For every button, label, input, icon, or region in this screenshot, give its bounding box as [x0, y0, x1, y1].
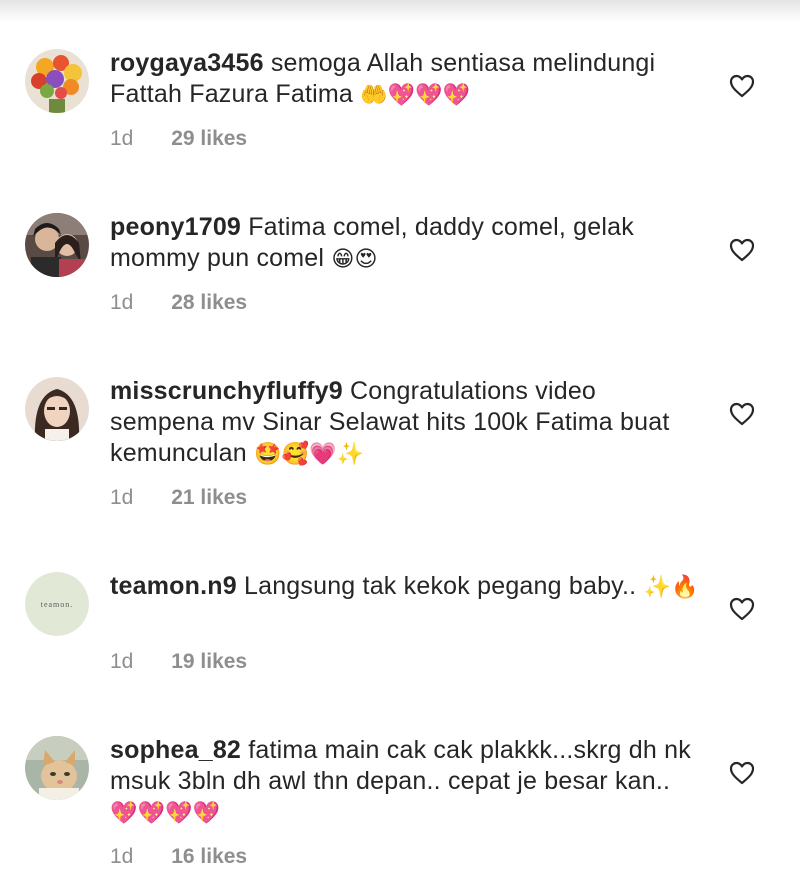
like-heart-icon[interactable]: [729, 74, 755, 98]
like-heart-icon[interactable]: [729, 402, 755, 426]
comment-likes[interactable]: 19 likes: [171, 650, 247, 673]
comment-emojis: 🤩🥰💗✨: [253, 442, 365, 467]
flower-bouquet-avatar[interactable]: [25, 49, 89, 113]
comment-body: sophea_82 fatima main cak cak plakkk...s…: [110, 735, 700, 829]
comment-meta: 1d 21 likes: [110, 486, 247, 510]
comment-time: 1d: [110, 486, 134, 509]
comment-likes[interactable]: 21 likes: [171, 486, 247, 509]
comment-emojis: 😁😍: [331, 247, 378, 272]
comment-emojis: 💖💖💖💖: [110, 801, 221, 826]
comment-meta: 1d 19 likes: [110, 650, 247, 674]
comment-username[interactable]: misscrunchyfluffy9: [110, 377, 343, 405]
comment-time: 1d: [110, 127, 134, 150]
couple-photo-avatar[interactable]: [25, 213, 89, 277]
comment-body: roygaya3456 semoga Allah sentiasa melind…: [110, 48, 700, 111]
comment-body: misscrunchyfluffy9 Congratulations video…: [110, 376, 700, 470]
woman-portrait-avatar[interactable]: [25, 377, 89, 441]
comment-meta: 1d 28 likes: [110, 291, 247, 315]
comment-body: teamon.n9 Langsung tak kekok pegang baby…: [110, 571, 700, 603]
comment-meta: 1d 16 likes: [110, 845, 247, 869]
like-heart-icon[interactable]: [729, 761, 755, 785]
comment-likes[interactable]: 29 likes: [171, 127, 247, 150]
comment-text: Langsung tak kekok pegang baby..: [243, 572, 637, 600]
comment-time: 1d: [110, 650, 134, 673]
comment-username[interactable]: sophea_82: [110, 736, 241, 764]
comment-emojis: ✨🔥: [643, 575, 699, 600]
teamon-logo-avatar[interactable]: teamon.: [25, 572, 89, 636]
comment-username[interactable]: roygaya3456: [110, 49, 264, 77]
like-heart-icon[interactable]: [729, 597, 755, 621]
comment-meta: 1d 29 likes: [110, 127, 247, 151]
comment-body: peony1709 Fatima comel, daddy comel, gel…: [110, 212, 700, 275]
teamon-logo-text: teamon.: [41, 600, 74, 609]
comment-username[interactable]: peony1709: [110, 213, 241, 241]
comment-time: 1d: [110, 845, 134, 868]
like-heart-icon[interactable]: [729, 238, 755, 262]
comment-username[interactable]: teamon.n9: [110, 572, 237, 600]
comment-likes[interactable]: 28 likes: [171, 291, 247, 314]
top-shadow: [0, 0, 800, 22]
comment-time: 1d: [110, 291, 134, 314]
comment-likes[interactable]: 16 likes: [171, 845, 247, 868]
cat-photo-avatar[interactable]: [25, 736, 89, 800]
comment-emojis: 🤲💖💖💖: [360, 83, 471, 108]
